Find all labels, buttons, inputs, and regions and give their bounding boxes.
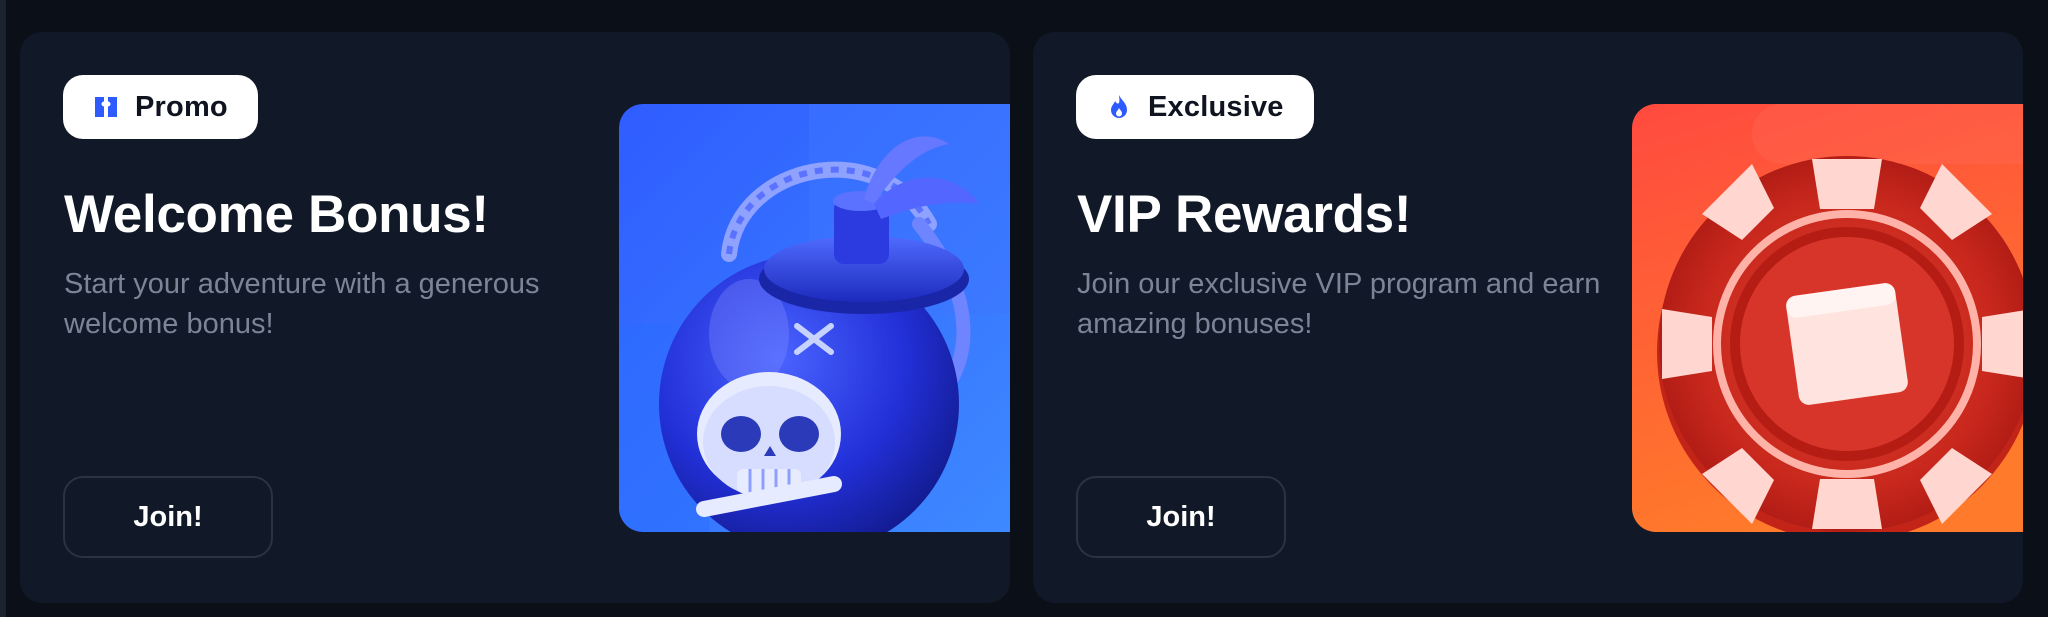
card-description: Join our exclusive VIP program and earn … bbox=[1077, 268, 1601, 340]
casino-chip-icon bbox=[1632, 104, 2023, 532]
exclusive-badge: Exclusive bbox=[1076, 75, 1314, 139]
pirate-bomb-illustration bbox=[619, 104, 1010, 532]
page-edge-divider bbox=[0, 0, 6, 617]
casino-chip-illustration bbox=[1632, 104, 2023, 532]
promo-card-vip-rewards: Exclusive VIP Rewards! Join our exclusiv… bbox=[1033, 32, 2023, 603]
badge-label: Exclusive bbox=[1148, 90, 1284, 123]
badge-label: Promo bbox=[135, 90, 228, 123]
ticket-icon bbox=[95, 97, 117, 117]
card-title: VIP Rewards! bbox=[1077, 185, 1412, 244]
flame-icon bbox=[1111, 95, 1127, 118]
join-button[interactable]: Join! bbox=[63, 476, 273, 558]
promo-badge: Promo bbox=[63, 75, 258, 139]
pirate-bomb-icon bbox=[619, 104, 1010, 532]
card-title: Welcome Bonus! bbox=[64, 185, 489, 244]
join-button[interactable]: Join! bbox=[1076, 476, 1286, 558]
card-description: Start your adventure with a generous wel… bbox=[64, 268, 540, 340]
promo-card-welcome-bonus: Promo Welcome Bonus! Start your adventur… bbox=[20, 32, 1010, 603]
